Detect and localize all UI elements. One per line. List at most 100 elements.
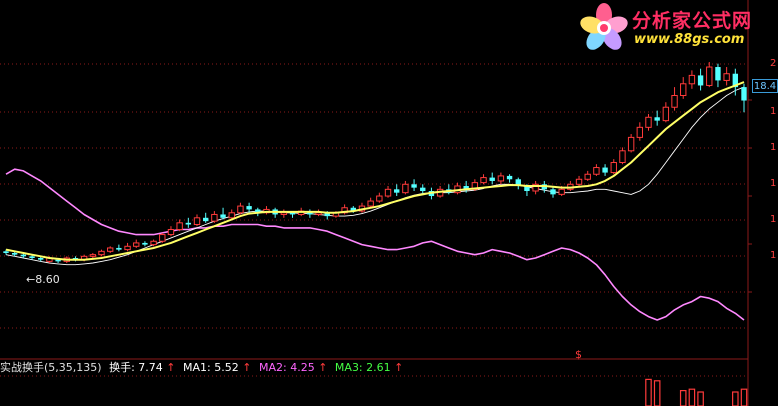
candle-body-up [723,73,730,81]
watermark-title: 分析家公式网 [632,10,753,32]
candle-body-up [402,183,409,194]
candle-body-up [124,245,131,251]
candle-body-down [602,167,608,173]
candle-body-down [29,256,35,259]
candle-body-up [575,178,583,185]
up-arrow-icon: ↑ [394,361,404,374]
candle-body-up [98,250,105,256]
candle-body-up [133,242,140,247]
volume-bar [697,391,704,406]
candle-body-up [176,222,183,231]
candle-body-up [367,200,374,207]
last-price-tag: 18.4 [752,79,778,93]
candle-body-up [610,162,617,174]
indicator-legend: 实战换手(5,35,135) 换手: 7.74 ↑ MA1: 5.52 ↑ MA… [0,360,740,376]
yellow-line-path [5,81,745,261]
watermark-logo: 分析家公式网 www.88gs.com [574,2,778,54]
candle-body-up [193,217,201,226]
candle-body-up [593,167,600,175]
candle-body-up [662,106,670,122]
volume-bar [653,380,661,406]
candle-body-up [627,136,635,152]
candle-body-down [489,177,495,181]
candle-body-down [394,189,400,193]
pink-ma-line [5,168,745,321]
candle-body-up [280,212,288,215]
candle-body-up [497,175,505,182]
candle-body-down [654,117,660,121]
candle-body-up [619,150,626,164]
candle-body-down [697,75,704,86]
volume-bar [688,388,696,406]
candle-body-up [584,173,591,180]
turnover-label: 换手: [109,361,135,374]
flower-logo-icon [580,3,628,50]
ma2-value: 4.25 [290,361,315,374]
candle-body-down [116,247,122,250]
candle-body-down [506,175,513,180]
candle-body-down [142,242,148,245]
candle-body-up [671,95,678,108]
candle-body-up [237,205,244,214]
candle-body-up [89,254,97,257]
axis-tick-label: 1 [770,142,777,153]
candle-body-down [246,206,252,210]
chart-grid [0,0,752,406]
volume-bar [645,378,652,406]
candle-body-down [185,222,192,225]
up-arrow-icon: ↑ [166,361,176,374]
candle-body-up [636,126,644,138]
candle-body-down [11,252,18,255]
volume-bar [740,388,748,406]
candle-body-up [376,195,383,202]
up-arrow-icon: ↑ [242,361,252,374]
candle-body-up [150,240,157,246]
candle-body-down [411,184,417,188]
stock-chart: $ [0,0,752,406]
pink-line-path [5,168,745,321]
candle-body-up [558,188,565,195]
candle-body-up [106,247,114,252]
white-ma-line [5,86,745,266]
candle-body-up [159,234,166,242]
candle-body-up [211,213,218,222]
candle-body-up [480,177,487,184]
yellow-ma-line [5,81,745,261]
candle-body-down [741,87,747,101]
turnover-value: 7.74 [138,361,163,374]
candle-body-up [680,83,687,97]
ma2-label: MA2: [258,361,287,374]
ma3-value: 2.61 [366,361,391,374]
candle-body-down [220,214,226,218]
candlestick-series [3,62,747,264]
volume-bars [645,378,748,406]
candle-body-up [645,116,652,128]
watermark-url: www.88gs.com [634,32,745,47]
candle-body-up [167,229,175,236]
up-arrow-icon: ↑ [318,361,328,374]
candle-body-down [38,258,44,260]
candle-body-down [715,67,721,81]
candle-body-up [228,212,235,219]
ma1-value: 5.52 [214,361,239,374]
candle-body-down [203,217,209,222]
ma3-label: MA3: [334,361,363,374]
low-price-marker: ←8.60 [26,273,60,286]
axis-tick-label: 1 [770,214,777,225]
indicator-name: 实战换手(5,35,135) [0,361,102,374]
axis-tick-label: 1 [770,178,777,189]
candle-body-down [550,189,556,195]
volume-bar [679,390,687,406]
candle-body-down [3,251,9,253]
candle-body-down [420,187,426,191]
candle-body-up [688,74,696,85]
axis-tick-label: 1 [770,106,777,117]
candle-body-down [20,254,27,257]
candle-body-up [706,66,713,86]
axis-tick-label: 2 [770,58,777,69]
volume-bar [732,391,739,406]
white-line-path [5,86,745,266]
candle-body-down [289,212,296,215]
ma1-label: MA1: [183,361,211,374]
axis-tick-label: 1 [770,250,777,261]
